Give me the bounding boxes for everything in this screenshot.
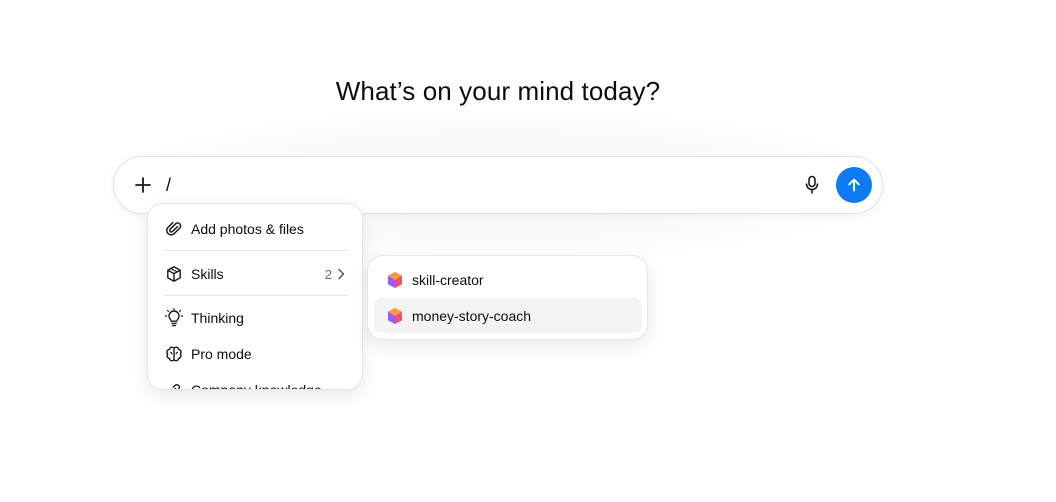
menu-item-add-files[interactable]: Add photos & files bbox=[156, 212, 356, 246]
page-title: What’s on your mind today? bbox=[335, 76, 661, 106]
cube-icon bbox=[164, 264, 184, 284]
skill-cube-icon bbox=[386, 271, 404, 289]
menu-divider bbox=[164, 250, 348, 251]
menu-item-thinking[interactable]: Thinking bbox=[156, 301, 356, 335]
menu-item-company-knowledge[interactable]: Company knowledge bbox=[156, 373, 356, 390]
skill-item-skill-creator[interactable]: skill-creator bbox=[374, 262, 642, 297]
skill-item-label: skill-creator bbox=[412, 271, 484, 288]
menu-item-label: Company knowledge bbox=[191, 382, 322, 390]
page: What’s on your mind today? / Add photos … bbox=[0, 0, 1056, 502]
menu-item-pro-mode[interactable]: Pro mode bbox=[156, 337, 356, 371]
chevron-right-icon bbox=[338, 268, 345, 280]
paperclip-icon bbox=[164, 219, 184, 239]
skills-count-badge: 2 bbox=[324, 266, 332, 282]
tools-menu: Add photos & files Skills 2 Thinking Pro… bbox=[147, 203, 363, 390]
microphone-icon bbox=[805, 175, 819, 194]
add-button[interactable] bbox=[130, 172, 156, 198]
brain-icon bbox=[164, 344, 184, 364]
skills-submenu: skill-creator money-story-coach bbox=[367, 255, 648, 340]
microphone-button[interactable] bbox=[800, 173, 824, 197]
menu-item-label: Skills bbox=[191, 266, 224, 282]
prompt-input[interactable] bbox=[166, 171, 766, 199]
skill-cube-icon bbox=[386, 307, 404, 325]
arrow-up-icon bbox=[848, 178, 860, 192]
menu-divider bbox=[164, 295, 348, 296]
menu-item-label: Thinking bbox=[191, 310, 244, 326]
link-icon bbox=[164, 380, 184, 389]
skill-item-money-story-coach[interactable]: money-story-coach bbox=[374, 298, 642, 333]
lightbulb-icon bbox=[164, 308, 184, 328]
skill-item-label: money-story-coach bbox=[412, 307, 532, 324]
menu-item-label: Pro mode bbox=[191, 346, 252, 362]
menu-item-label: Add photos & files bbox=[191, 221, 304, 237]
send-button[interactable] bbox=[836, 167, 872, 203]
menu-item-skills[interactable]: Skills 2 bbox=[156, 257, 356, 291]
plus-icon bbox=[135, 177, 151, 193]
